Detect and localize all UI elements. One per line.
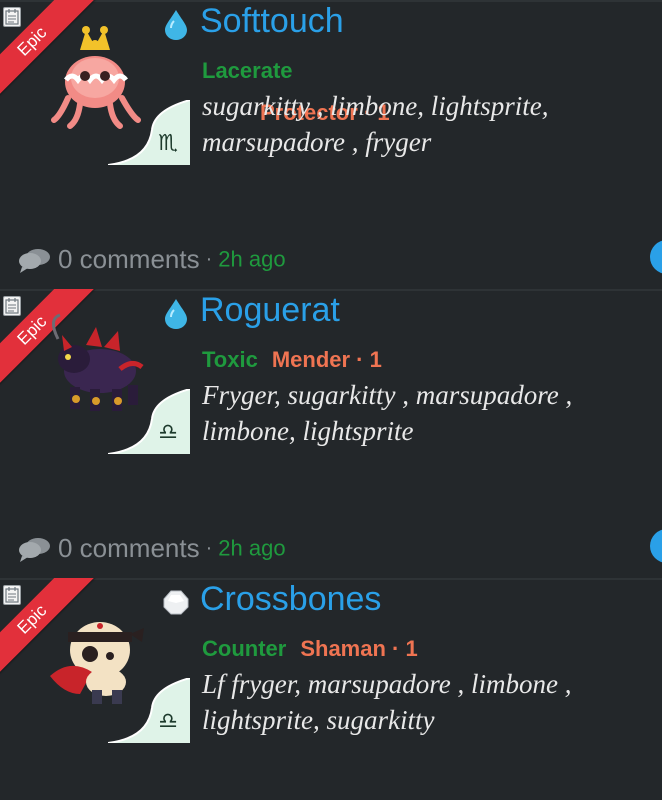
zodiac-badge: ♎ [108,389,190,454]
post-card[interactable]: Epic Softtouch Lacerate ♏ Protector · 1 … [0,0,662,290]
type-tag: Toxic [202,347,258,372]
role-tag: Mender · 1 [271,347,382,372]
notepad-icon[interactable] [3,585,21,605]
comments-link[interactable]: 0 comments [58,533,200,563]
zodiac-badge: ♎ [108,678,190,743]
post-description: Lf fryger, marsupadore , limbone , light… [202,669,572,735]
role-tag: Shaman · 1 [300,636,418,661]
creature-name[interactable]: Softtouch [200,2,344,41]
post-description: sugarkitty , limbone, lightsprite, marsu… [202,91,549,157]
meta-separator: · [205,537,213,559]
tag-row: Lacerate [202,58,293,84]
post-meta: 0 comments · 2h ago [18,533,286,564]
creature-name[interactable]: Roguerat [200,291,340,330]
notepad-icon[interactable] [3,296,21,316]
meta-separator: · [205,248,213,270]
post-feed: Epic Softtouch Lacerate ♏ Protector · 1 … [0,0,662,800]
type-tag: Counter [202,636,287,661]
creature-name[interactable]: Crossbones [200,580,381,619]
post-card[interactable]: Epic Crossbones Counter Shaman · 1 ♎ Lf … [0,578,662,800]
post-timestamp: 2h ago [218,246,286,272]
post-card[interactable]: Epic Roguerat Toxic Mender · 1 ♎ Fryger,… [0,289,662,579]
tag-row: Counter Shaman · 1 [202,636,418,662]
water-drop-icon [162,297,190,329]
post-timestamp: 2h ago [218,535,286,561]
side-action-button[interactable] [650,529,662,563]
comments-link[interactable]: 0 comments [58,244,200,274]
wind-gem-icon [162,586,190,618]
side-action-button[interactable] [650,240,662,274]
comment-bubbles-icon[interactable] [18,247,52,273]
libra-icon: ♎ [158,709,178,734]
tag-row: Toxic Mender · 1 [202,347,382,373]
post-description: Fryger, sugarkitty , marsupadore , limbo… [202,380,573,446]
water-drop-icon [162,8,190,40]
zodiac-badge: ♏ [108,100,190,165]
post-meta: 0 comments · 2h ago [18,244,286,275]
notepad-icon[interactable] [3,7,21,27]
type-tag: Lacerate [202,58,293,83]
comment-bubbles-icon[interactable] [18,536,52,562]
libra-icon: ♎ [158,420,178,445]
scorpio-icon: ♏ [158,131,178,156]
